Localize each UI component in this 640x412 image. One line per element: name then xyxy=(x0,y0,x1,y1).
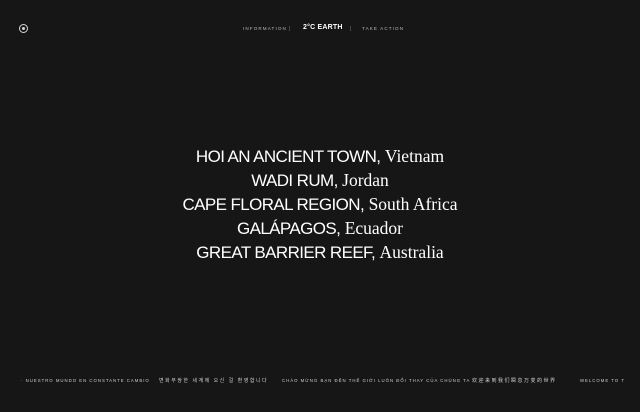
site-country: Ecuador xyxy=(344,218,404,238)
ticker-item-spanish: · NUESTRO MUNDO EN CONSTANTE CAMBIO xyxy=(21,378,150,383)
logo-2c-earth[interactable]: 2°C EARTH xyxy=(303,24,343,31)
site-country: Australia xyxy=(379,242,444,262)
page: INFORMATION | 2°C EARTH | TAKE ACTION HO… xyxy=(0,0,640,412)
site-country: South Africa xyxy=(368,194,458,214)
ticker-item-korean: 변화무쌍한 세계에 오신 걸 환영합니다 xyxy=(159,378,269,384)
site-country: Vietnam xyxy=(384,146,445,166)
nav-information-link[interactable]: INFORMATION xyxy=(243,26,287,31)
site-item-hoi-an[interactable]: HOI AN ANCIENT TOWN, Vietnam xyxy=(0,144,640,168)
nav-separator: | xyxy=(289,26,291,32)
nav-separator: | xyxy=(350,26,352,32)
site-name: CAPE FLORAL REGION, xyxy=(182,195,365,214)
ticker-item-english: WELCOME TO T xyxy=(580,378,625,383)
site-item-wadi-rum[interactable]: WADI RUM, Jordan xyxy=(0,168,640,192)
site-country: Jordan xyxy=(342,170,389,190)
site-item-cape-floral[interactable]: CAPE FLORAL REGION, South Africa xyxy=(0,192,640,216)
ticker-item-chinese: 欢迎来到我们瞬息万变的世界 xyxy=(472,378,557,384)
site-name: GREAT BARRIER REEF, xyxy=(196,243,376,262)
site-name: WADI RUM, xyxy=(251,171,338,190)
ticker-item-vietnamese: CHÀO MỪNG BẠN ĐẾN THẾ GIỚI LUÔN ĐỔI THAY… xyxy=(282,378,471,383)
site-item-galapagos[interactable]: GALÁPAGOS, Ecuador xyxy=(0,216,640,240)
top-nav: INFORMATION | 2°C EARTH | TAKE ACTION xyxy=(0,23,640,35)
site-list: HOI AN ANCIENT TOWN, Vietnam WADI RUM, J… xyxy=(0,144,640,264)
site-name: HOI AN ANCIENT TOWN, xyxy=(195,147,381,166)
site-item-great-barrier-reef[interactable]: GREAT BARRIER REEF, Australia xyxy=(0,240,640,264)
nav-take-action-link[interactable]: TAKE ACTION xyxy=(362,26,404,31)
site-name: GALÁPAGOS, xyxy=(236,219,341,238)
welcome-ticker: · NUESTRO MUNDO EN CONSTANTE CAMBIO 변화무쌍… xyxy=(0,377,640,387)
